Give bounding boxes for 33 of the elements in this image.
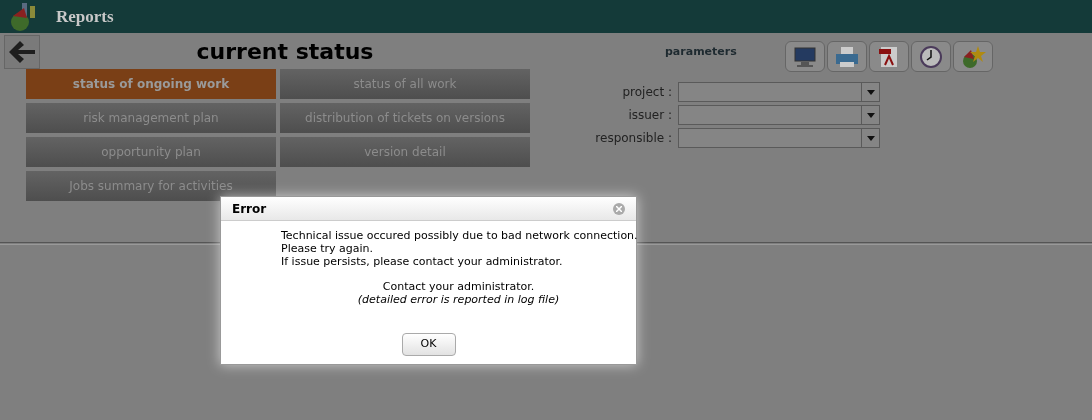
- error-message: If issue persists, please contact your administrator.: [281, 255, 564, 268]
- report-button[interactable]: status of ongoing work: [26, 69, 276, 99]
- close-button[interactable]: [613, 202, 625, 215]
- contact-message: Contact your administrator.: [382, 280, 535, 293]
- parameters-title: parameters: [665, 44, 738, 60]
- dropdown-caret-icon: [866, 135, 875, 141]
- error-message: Technical issue occured possibly due to bad network connection.: [281, 229, 636, 242]
- clock-button[interactable]: [911, 41, 951, 72]
- printer-icon: [834, 44, 860, 69]
- display-icon: [792, 44, 818, 69]
- select-field[interactable]: [678, 128, 880, 148]
- field-label: responsible :: [594, 130, 673, 147]
- field-label: issuer :: [627, 107, 673, 124]
- printer-button[interactable]: [827, 41, 867, 72]
- chart-star-button[interactable]: [953, 41, 993, 72]
- ok-button[interactable]: OK: [401, 333, 456, 356]
- back-arrow-icon: [7, 38, 37, 65]
- dropdown-caret-icon: [866, 112, 875, 118]
- app-title: Reports: [56, 5, 114, 28]
- clock-icon: [918, 44, 944, 69]
- close-icon: [616, 205, 622, 212]
- error-message: Please try again.: [281, 242, 375, 255]
- dropdown-caret-icon: [866, 89, 875, 95]
- select-field[interactable]: [678, 105, 880, 125]
- field-label: project :: [621, 84, 673, 101]
- pdf-button[interactable]: [869, 41, 909, 72]
- display-button[interactable]: [785, 41, 825, 72]
- chart-star-icon: [960, 44, 986, 69]
- page-title: current status: [196, 38, 374, 66]
- select-field[interactable]: [678, 82, 880, 102]
- error-detail: (detailed error is reported in log file): [357, 293, 560, 306]
- back-button[interactable]: [4, 34, 40, 69]
- dialog-title: Error: [232, 200, 267, 218]
